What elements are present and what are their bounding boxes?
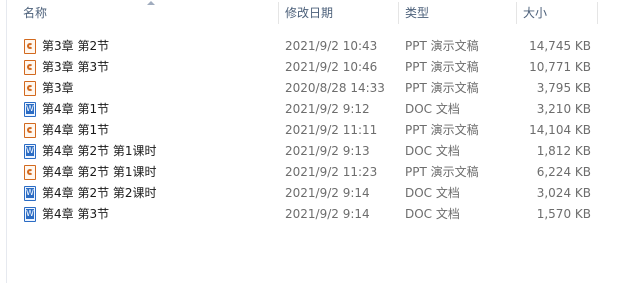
file-row[interactable]: 第4章 第1节 2021/9/2 11:11 PPT 演示文稿 14,104 K… [7,120,637,141]
file-type: DOC 文档 [405,186,460,200]
file-type: DOC 文档 [405,207,460,221]
ppt-file-icon [24,165,36,180]
file-date: 2021/9/2 9:13 [285,144,370,158]
file-name: 第4章 第2节 第1课时 [42,165,157,179]
file-size: 14,745 KB [529,39,591,53]
doc-file-icon [24,186,36,201]
file-size: 1,570 KB [536,207,591,221]
column-header-size[interactable]: 大小 [517,0,597,26]
file-type: PPT 演示文稿 [405,123,479,137]
file-date: 2020/8/28 14:33 [285,81,385,95]
file-row[interactable]: 第3章 2020/8/28 14:33 PPT 演示文稿 3,795 KB [7,78,637,99]
file-row[interactable]: 第4章 第2节 第1课时 2021/9/2 9:13 DOC 文档 1,812 … [7,141,637,162]
file-date: 2021/9/2 9:14 [285,207,370,221]
column-header-date[interactable]: 修改日期 [279,0,399,26]
file-date: 2021/9/2 9:14 [285,186,370,200]
file-row[interactable]: 第4章 第3节 2021/9/2 9:14 DOC 文档 1,570 KB [7,204,637,225]
column-header-bar: 名称 修改日期 类型 大小 [7,0,637,26]
ppt-file-icon [24,39,36,54]
file-date: 2021/9/2 9:12 [285,102,370,116]
file-date: 2021/9/2 11:23 [285,165,378,179]
file-size: 10,771 KB [529,60,591,74]
file-name: 第4章 第2节 第2课时 [42,186,157,200]
doc-file-icon [24,144,36,159]
file-name: 第4章 第2节 第1课时 [42,144,157,158]
file-name: 第3章 第2节 [42,39,110,53]
column-divider[interactable] [597,2,598,24]
file-list: 第3章 第2节 2021/9/2 10:43 PPT 演示文稿 14,745 K… [7,36,637,225]
file-row[interactable]: 第3章 第3节 2021/9/2 10:46 PPT 演示文稿 10,771 K… [7,57,637,78]
navigation-pane-edge [0,0,7,283]
file-size: 3,210 KB [536,102,591,116]
file-name: 第3章 [42,81,74,95]
column-header-name[interactable]: 名称 [17,0,279,26]
file-type: PPT 演示文稿 [405,60,479,74]
file-row[interactable]: 第4章 第2节 第2课时 2021/9/2 9:14 DOC 文档 3,024 … [7,183,637,204]
file-date: 2021/9/2 10:46 [285,60,378,74]
file-date: 2021/9/2 11:11 [285,123,378,137]
file-type: PPT 演示文稿 [405,165,479,179]
ppt-file-icon [24,81,36,96]
doc-file-icon [24,102,36,117]
file-type: PPT 演示文稿 [405,39,479,53]
ppt-file-icon [24,123,36,138]
file-row[interactable]: 第4章 第1节 2021/9/2 9:12 DOC 文档 3,210 KB [7,99,637,120]
file-size: 3,795 KB [536,81,591,95]
file-name: 第4章 第3节 [42,207,110,221]
file-name: 第4章 第1节 [42,102,110,116]
doc-file-icon [24,207,36,222]
file-row[interactable]: 第4章 第2节 第1课时 2021/9/2 11:23 PPT 演示文稿 6,2… [7,162,637,183]
ppt-file-icon [24,60,36,75]
file-type: DOC 文档 [405,144,460,158]
file-size: 1,812 KB [536,144,591,158]
file-name: 第4章 第1节 [42,123,110,137]
file-type: PPT 演示文稿 [405,81,479,95]
file-date: 2021/9/2 10:43 [285,39,378,53]
file-type: DOC 文档 [405,102,460,116]
file-size: 3,024 KB [536,186,591,200]
file-row[interactable]: 第3章 第2节 2021/9/2 10:43 PPT 演示文稿 14,745 K… [7,36,637,57]
file-size: 6,224 KB [536,165,591,179]
file-size: 14,104 KB [529,123,591,137]
file-name: 第3章 第3节 [42,60,110,74]
column-header-type[interactable]: 类型 [399,0,517,26]
